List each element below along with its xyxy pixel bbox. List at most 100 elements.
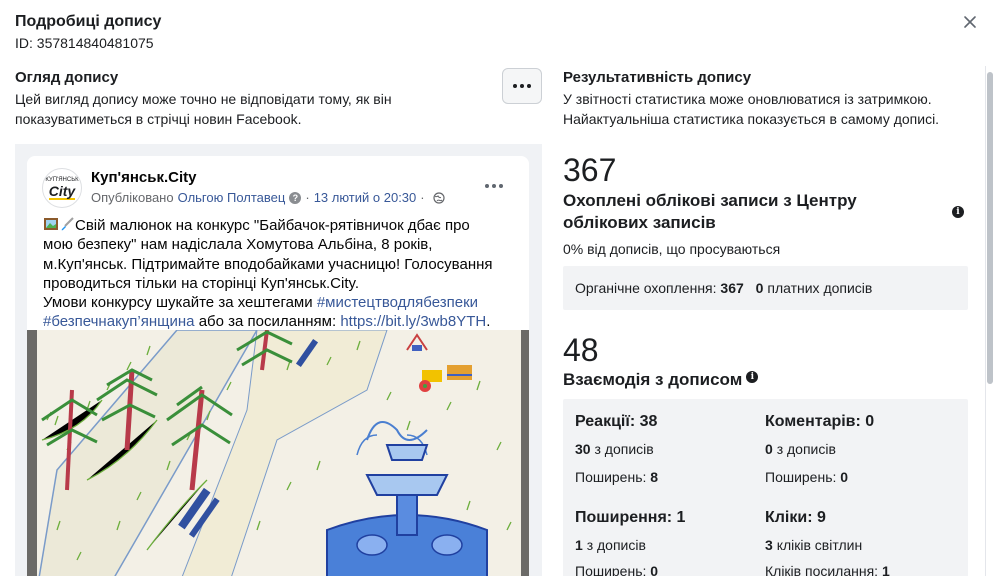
post-preview-container: КУП'ЯНСЬК City Куп'янськ.City Опублікова… xyxy=(15,144,542,576)
publisher-link[interactable]: Ольгою Полтавец xyxy=(178,190,286,205)
reactions-from-posts: 30 з дописів xyxy=(575,441,654,457)
performance-description: У звітності статистика може оновлюватися… xyxy=(563,89,973,129)
link-clicks: Кліків посилання: 1 xyxy=(765,563,890,576)
shares-from-shares: Поширень: 0 xyxy=(575,563,658,576)
engagement-label-wrap: Взаємодія з дописом i xyxy=(563,369,968,391)
performance-description-line: Найактуальніша статистика показується в … xyxy=(563,111,940,127)
post-text-span: Умови конкурсу шукайте за хештегами xyxy=(43,294,313,312)
post-text-line: мою безпеку" нам надіслала Хомутова Альб… xyxy=(43,236,433,254)
reach-label-wrap: Охоплені облікові записи з Центру обліко… xyxy=(563,190,968,234)
post-id: ID: 357814840481075 xyxy=(15,35,154,51)
question-icon[interactable]: ? xyxy=(289,191,302,204)
more-horizontal-icon-dot xyxy=(498,184,503,188)
reach-breakdown: Органічне охоплення: 367 0 платних допис… xyxy=(563,266,968,310)
photo-clicks-num: 3 xyxy=(765,537,773,553)
reactions-from-label: з дописів xyxy=(594,441,654,457)
avatar[interactable]: КУП'ЯНСЬК City xyxy=(42,168,82,208)
reactions-shares-value: 8 xyxy=(650,469,659,485)
separator: · xyxy=(420,190,425,205)
comments-from-num: 0 xyxy=(765,441,773,457)
more-horizontal-icon-dot xyxy=(527,84,531,88)
shares-from-label: з дописів xyxy=(586,537,646,553)
framed-picture-icon xyxy=(44,218,58,230)
close-icon xyxy=(964,16,976,28)
link-clicks-label: Кліків посилання: xyxy=(765,563,879,576)
page-name[interactable]: Куп'янськ.City xyxy=(91,169,197,186)
preview-description: Цей вигляд допису може точно не відповід… xyxy=(15,89,543,129)
shares-from-posts: 1 з дописів xyxy=(575,537,646,553)
separator: · xyxy=(305,190,310,205)
avatar-text-big: City xyxy=(48,182,76,200)
performance-description-line: У звітності статистика може оновлюватися… xyxy=(563,91,932,107)
hashtag-link[interactable]: #безпечнакуп’янщина xyxy=(43,313,195,330)
external-link[interactable]: https://bit.ly/3wb8YTH xyxy=(340,313,486,330)
reach-promoted-percent: 0% від дописів, що просуваються xyxy=(563,241,781,257)
comments-shares-label: Поширень: xyxy=(765,469,837,485)
post-text-span: Свій малюнок на конкурс "Байбачок-рятівн… xyxy=(75,217,470,234)
globe-icon xyxy=(433,191,445,204)
paid-reach-value: 0 xyxy=(755,280,764,296)
post-text-line: Свій малюнок на конкурс "Байбачок-рятівн… xyxy=(43,216,523,235)
reactions-shares-label: Поширень: xyxy=(575,469,647,485)
child-drawing-image xyxy=(27,330,529,576)
post-text: Свій малюнок на конкурс "Байбачок-рятівн… xyxy=(43,216,523,332)
modal-header: Подробиці допису ID: 357814840481075 xyxy=(15,12,161,53)
post-card: КУП'ЯНСЬК City Куп'янськ.City Опублікова… xyxy=(27,156,529,576)
reach-label: облікових записів xyxy=(563,213,716,232)
post-text-span: або за посиланням: xyxy=(198,313,337,331)
shares-from-num: 1 xyxy=(575,537,583,553)
hashtag-link[interactable]: #мистецтводлябезпеки xyxy=(317,294,478,311)
preview-title: Огляд допису xyxy=(15,69,119,86)
shares-title: Поширення: 1 xyxy=(575,509,686,526)
engagement-value: 48 xyxy=(563,332,599,368)
performance-section: Результативність допису У звітності стат… xyxy=(563,68,973,576)
comments-from-shares: Поширень: 0 xyxy=(765,469,848,485)
photo-clicks: 3 кліків світлин xyxy=(765,537,862,553)
post-image[interactable] xyxy=(27,330,529,576)
photo-clicks-label: кліків світлин xyxy=(776,537,863,553)
scroll-track xyxy=(985,66,986,576)
post-text-line: проводиться тільки на сторінці Куп'янськ… xyxy=(43,274,360,292)
comments-shares-value: 0 xyxy=(840,469,849,485)
modal-title: Подробиці допису xyxy=(15,13,162,30)
link-clicks-value: 1 xyxy=(881,563,890,576)
post-text-line: м.Куп'янськ. Підтримайте вподобайками уч… xyxy=(43,255,493,273)
post-text-line: #безпечнакуп’янщина або за посиланням: h… xyxy=(43,312,523,331)
reactions-from-shares: Поширень: 8 xyxy=(575,469,658,485)
post-preview-section: Огляд допису Цей вигляд допису може точн… xyxy=(15,68,543,576)
comments-from-label: з дописів xyxy=(776,441,836,457)
reactions-title: Реакції: 38 xyxy=(575,413,658,430)
scrollbar-thumb[interactable] xyxy=(987,72,993,384)
organic-reach-value: 367 xyxy=(720,280,744,296)
more-horizontal-icon xyxy=(484,184,489,188)
reach-value: 367 xyxy=(563,152,617,188)
post-date-link[interactable]: 13 лютий о 20:30 xyxy=(314,190,417,205)
post-text-line: Умови конкурсу шукайте за хештегами #мис… xyxy=(43,293,523,312)
post-meta: Опубліковано Ольгою Полтавец ? · 13 люти… xyxy=(91,190,445,205)
shares-shares-value: 0 xyxy=(650,563,659,576)
info-icon[interactable]: i xyxy=(746,371,759,383)
comments-title: Коментарів: 0 xyxy=(765,413,875,430)
engagement-metric: 48 Взаємодія з дописом i Реакції: 38 30 … xyxy=(563,332,968,576)
shares-shares-label: Поширень: xyxy=(575,563,647,576)
post-text-span: . xyxy=(486,313,491,331)
reach-label: Охоплені облікові записи з Центру xyxy=(563,191,857,210)
post-options-button[interactable] xyxy=(483,184,504,188)
paintbrush-icon xyxy=(61,217,74,231)
clicks-title: Кліки: 9 xyxy=(765,509,826,526)
performance-title: Результативність допису xyxy=(563,69,752,86)
comments-from-posts: 0 з дописів xyxy=(765,441,836,457)
reach-metric: 367 Охоплені облікові записи з Центру об… xyxy=(563,152,968,310)
more-horizontal-icon xyxy=(513,84,517,88)
reactions-from-num: 30 xyxy=(575,441,591,457)
preview-description-line: Цей вигляд допису може точно не відповід… xyxy=(15,91,392,107)
more-options-button[interactable] xyxy=(502,68,542,104)
engagement-breakdown: Реакції: 38 30 з дописів Поширень: 8 Ком… xyxy=(563,399,968,576)
preview-description-line: показуватиметься в стрічці новин Faceboo… xyxy=(15,111,302,127)
organic-reach-label: Органічне охоплення: xyxy=(575,280,717,296)
info-icon[interactable]: i xyxy=(952,206,964,218)
close-button[interactable] xyxy=(960,12,980,32)
published-prefix: Опубліковано xyxy=(91,190,174,205)
post-header: КУП'ЯНСЬК City Куп'янськ.City Опублікова… xyxy=(27,156,529,212)
more-horizontal-icon-dot xyxy=(491,184,496,188)
